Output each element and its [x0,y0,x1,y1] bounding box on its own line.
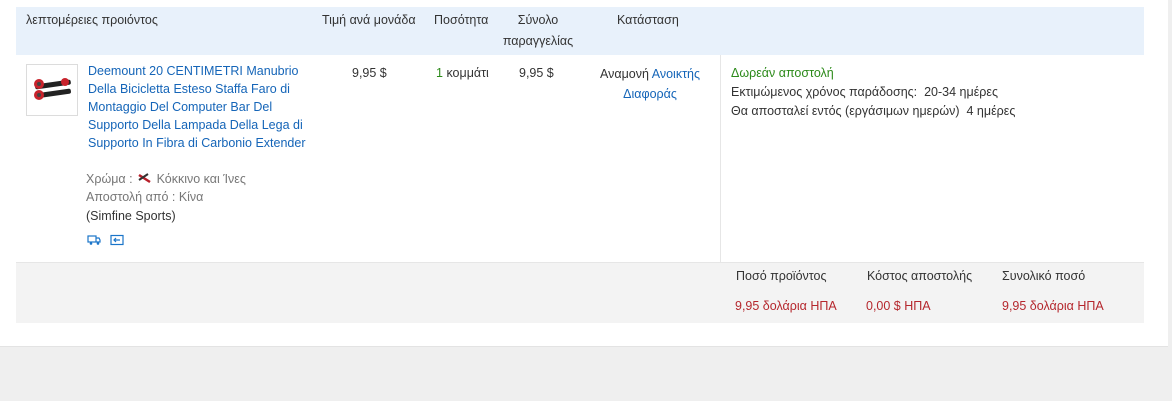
status-prefix: Αναμονή [599,67,649,81]
open-dispute-link-line1: Ανοικτής [651,67,700,81]
product-thumbnail[interactable] [26,64,78,116]
quantity-number: 1 [436,66,443,80]
order-item-row: Deemount 20 CENTIMETRI Manubrio Della Bi… [16,55,1144,263]
color-swatch-icon [138,173,151,184]
header-quantity: Ποσότητα [434,13,489,27]
color-value: Κόκκινο και Ίνες [156,172,246,186]
quantity: 1 κομμάτι [436,64,489,82]
product-amount-label: Ποσό προϊόντος [736,269,827,283]
order-panel: λεπτομέρειες προιόντος Τιμή ανά μονάδα Π… [0,0,1168,347]
column-divider [720,55,721,262]
header-order-total-line2: παραγγελίας [502,34,574,48]
order-status: Αναμονή Ανοικτής Διαφοράς [590,64,710,104]
color-label: Χρώμα : [86,172,133,186]
shipping-cost: 0,00 $ ΗΠΑ [866,299,931,313]
total-amount: 9,95 δολάρια ΗΠΑ [1002,299,1104,313]
header-status: Κατάσταση [617,13,679,27]
product-color: Χρώμα : Κόκκινο και Ίνες [86,170,246,188]
estimated-delivery-value: 20-34 ημέρες [924,85,998,99]
free-shipping: Δωρεάν αποστολή [731,66,834,80]
item-total: 9,95 $ [519,66,554,80]
order-summary: Ποσό προϊόντος Κόστος αποστολής Συνολικό… [16,263,1144,323]
ships-within-label: Θα αποσταλεί εντός (εργάσιμων ημερών) [731,104,960,118]
ships-within-value: 4 ημέρες [966,104,1016,118]
ships-from: Αποστολή από : Κίνα [86,190,204,204]
total-amount-label: Συνολικό ποσό [1002,269,1086,283]
header-order-total: Σύνολο παραγγελίας [500,10,576,52]
header-unit-price: Τιμή ανά μονάδα [322,13,416,27]
estimated-delivery-label: Εκτιμώμενος χρόνος παράδοσης: [731,85,918,99]
product-amount: 9,95 δολάρια ΗΠΑ [735,299,837,313]
unit-price: 9,95 $ [352,66,387,80]
ships-within: Θα αποσταλεί εντός (εργάσιμων ημερών) 4 … [731,102,1015,121]
order-table-header: λεπτομέρειες προιόντος Τιμή ανά μονάδα Π… [16,7,1144,55]
quantity-unit: κομμάτι [446,66,489,80]
handlebar-extender-image [34,78,71,100]
shipping-cost-label: Κόστος αποστολής [867,269,973,283]
delivery-truck-icon[interactable] [87,234,101,246]
return-icon[interactable] [110,234,124,246]
product-title-link[interactable]: Deemount 20 CENTIMETRI Manubrio Della Bi… [88,62,310,152]
header-order-total-line1: Σύνολο [517,13,559,27]
store-name: (Simfine Sports) [86,209,176,223]
open-dispute-link-line2: Διαφοράς [623,87,677,101]
estimated-delivery: Εκτιμώμενος χρόνος παράδοσης: 20-34 ημέρ… [731,83,998,102]
header-product-details: λεπτομέρειες προιόντος [26,13,158,27]
